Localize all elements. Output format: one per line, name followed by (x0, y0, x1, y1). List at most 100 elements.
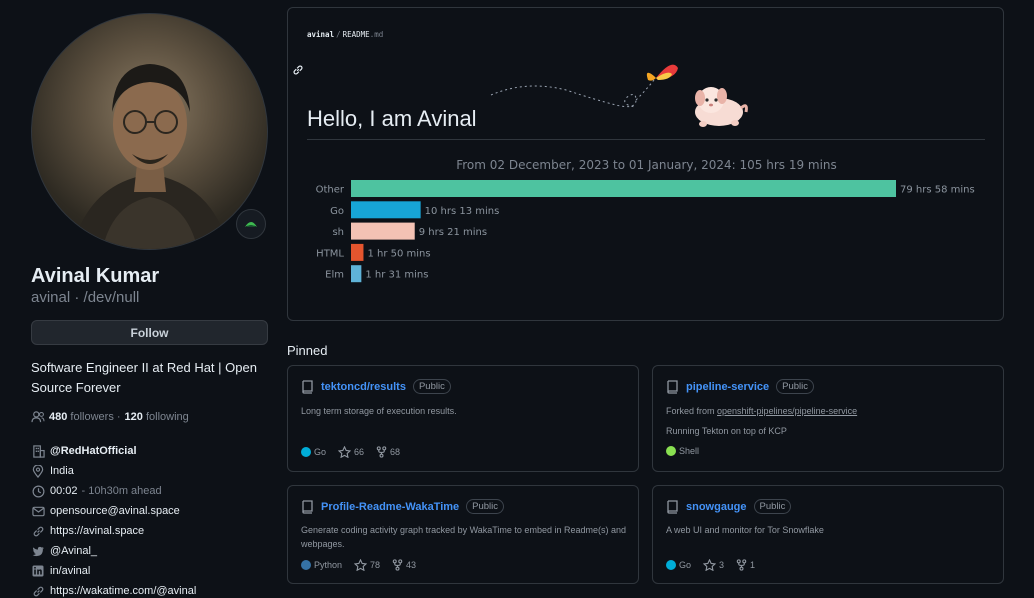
fork-prefix: Forked from (666, 406, 715, 416)
chart-value-label: 1 hr 50 mins (367, 248, 430, 259)
stars-count: 66 (354, 447, 365, 457)
repo-link[interactable]: snowgauge (686, 501, 747, 513)
stars-link[interactable]: 78 (354, 559, 380, 571)
repo-icon (301, 379, 315, 394)
readme-box: avinal / README.md Hello, I am Avinal From… (287, 7, 1004, 321)
followers-link[interactable]: 480 followers · (49, 411, 121, 423)
card-header: tektoncd/results Public (301, 379, 451, 394)
stars-link[interactable]: 3 (703, 559, 724, 571)
wakatime-link[interactable]: https://wakatime.com/@avinal (50, 585, 196, 597)
language-name: Python (314, 560, 343, 570)
status-leaf-icon (245, 222, 257, 227)
repo-description: Running Tekton on top of KCP (666, 426, 787, 436)
chart-bar-sh (351, 222, 415, 240)
language-name: Shell (679, 446, 700, 456)
stars-link[interactable]: 66 (338, 446, 364, 458)
avatar[interactable] (31, 13, 268, 250)
followers-label: followers · (70, 411, 121, 423)
twitter-link[interactable]: @Avinal_ (50, 545, 97, 557)
language-color-dot (666, 560, 676, 570)
repo-language: Go (666, 560, 691, 570)
forks-count: 43 (406, 560, 417, 570)
chart-value-label: 9 hrs 21 mins (419, 227, 487, 238)
forks-count: 1 (750, 560, 756, 570)
organization-icon (31, 444, 45, 458)
repo-icon (301, 499, 315, 514)
repo-link[interactable]: pipeline-service (686, 381, 769, 393)
pinned-card: snowgauge Public A web UI and monitor fo… (652, 485, 1004, 584)
email-link[interactable]: opensource@avinal.space (50, 505, 180, 517)
star-icon (338, 446, 352, 458)
language-color-dot (301, 560, 311, 570)
stars-count: 78 (370, 560, 381, 570)
status-emoji-icon[interactable] (236, 209, 266, 239)
time-offset: - 10h30m ahead (81, 485, 162, 497)
detail-wakatime: https://wakatime.com/@avinal (31, 581, 268, 598)
following-label: following (145, 411, 189, 423)
followers-count: 480 (49, 411, 68, 423)
chart-category-label: Elm (325, 270, 344, 281)
detail-website: https://avinal.space (31, 521, 268, 541)
detail-org: @RedHatOfficial (31, 441, 268, 461)
visibility-badge: Public (776, 379, 815, 394)
visibility-badge: Public (412, 379, 451, 394)
repo-link[interactable]: tektoncd/results (321, 381, 406, 393)
repo-fork-note: Forked from openshift-pipelines/pipeline… (666, 404, 992, 418)
language-name: Go (314, 447, 327, 457)
pinned-card: tektoncd/results Public Long term storag… (287, 365, 639, 472)
forks-link[interactable]: 68 (376, 446, 400, 458)
forks-link[interactable]: 43 (392, 559, 416, 571)
repo-meta: Go 3 1 (666, 559, 767, 571)
linkedin-icon (31, 564, 45, 578)
website-link[interactable]: https://avinal.space (50, 525, 144, 537)
wakatime-chart: Other 79 hrs 58 mins Go 10 hrs 13 mins sh 9 h… (316, 180, 975, 283)
language-color-dot (301, 447, 311, 457)
language-color-dot (666, 446, 676, 456)
visibility-badge: Public (466, 499, 505, 514)
fork-icon (736, 559, 747, 571)
chart-bar-html (351, 243, 364, 261)
following-link[interactable]: 120 following (125, 411, 189, 423)
people-icon (31, 411, 45, 423)
forks-link[interactable]: 1 (736, 559, 755, 571)
location-icon (31, 464, 45, 478)
detail-linkedin: in/avinal (31, 561, 268, 581)
card-header: Profile-Readme-WakaTime Public (301, 499, 505, 514)
stars-count: 3 (719, 560, 725, 570)
profile-name: Avinal Kumar (31, 265, 160, 287)
follow-button[interactable]: Follow (31, 320, 268, 345)
star-icon (703, 559, 717, 571)
repo-description: Generate coding activity graph tracked b… (301, 525, 626, 549)
repo-description: Long term storage of execution results. (301, 406, 457, 416)
chart-value-label: 10 hrs 13 mins (425, 206, 500, 217)
chart-category-label: sh (332, 227, 344, 238)
repo-meta: Go 66 68 (301, 446, 412, 458)
clock-icon (31, 484, 45, 498)
profile-login: avinal · /dev/null (31, 289, 140, 306)
chart-bar-go (351, 201, 421, 219)
mail-icon (31, 504, 45, 518)
follow-stats: 480 followers · 120 following (31, 411, 189, 423)
fork-source-link[interactable]: openshift-pipelines/pipeline-service (717, 406, 857, 416)
linkedin-link[interactable]: in/avinal (50, 565, 90, 577)
pinned-card: Profile-Readme-WakaTime Public Generate … (287, 485, 639, 584)
fork-icon (392, 559, 403, 571)
location-text: India (50, 465, 74, 477)
card-header: pipeline-service Public (666, 379, 815, 394)
repo-link[interactable]: Profile-Readme-WakaTime (321, 501, 459, 513)
detail-email: opensource@avinal.space (31, 501, 268, 521)
repo-meta: Python 78 43 (301, 559, 428, 571)
detail-time: 00:02 - 10h30m ahead (31, 481, 268, 501)
repo-description: A web UI and monitor for Tor Snowflake (666, 525, 824, 535)
chart-category-label: Other (316, 185, 345, 196)
org-link[interactable]: @RedHatOfficial (50, 445, 137, 457)
language-name: Go (679, 560, 692, 570)
chart-category-label: HTML (316, 248, 344, 259)
fork-icon (376, 446, 387, 458)
detail-twitter: @Avinal_ (31, 541, 268, 561)
repo-meta: Shell (666, 446, 711, 456)
local-time: 00:02 (50, 485, 78, 497)
repo-language: Go (301, 447, 326, 457)
avatar-portrait (72, 64, 229, 249)
card-header: snowgauge Public (666, 499, 792, 514)
